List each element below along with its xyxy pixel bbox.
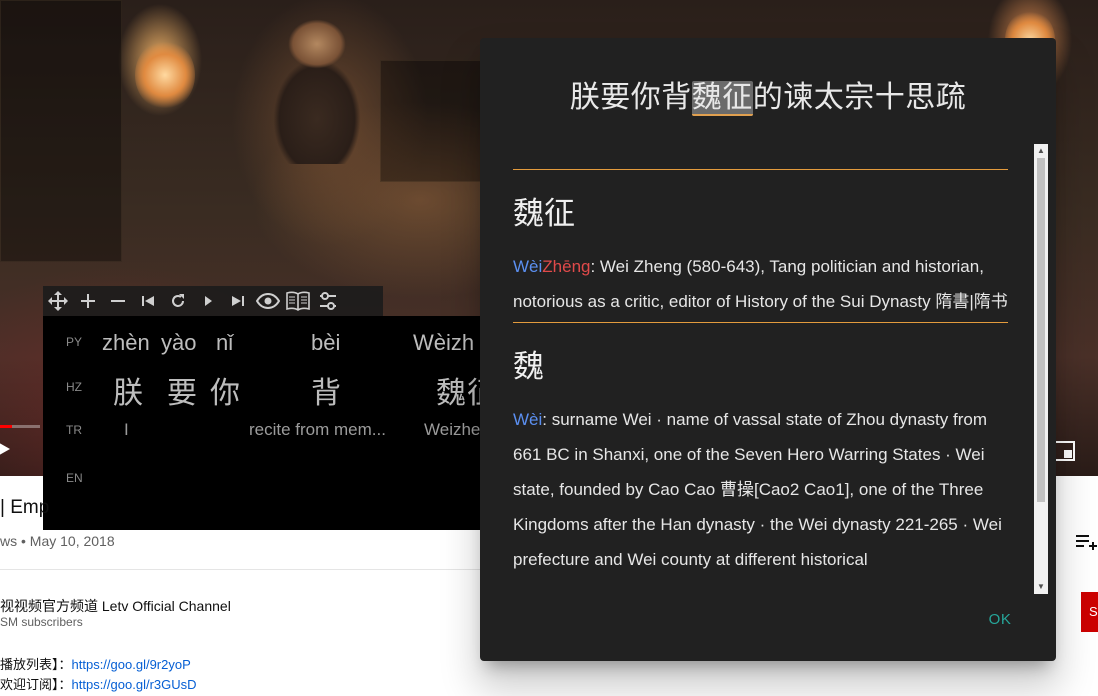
lamp xyxy=(135,40,195,110)
description-link[interactable]: https://goo.gl/9r2yoP xyxy=(72,657,191,672)
sentence-header: 朕要你背魏征的谏太宗十思疏 xyxy=(480,72,1056,116)
scroll-up-arrow-icon[interactable]: ▲ xyxy=(1034,144,1048,158)
sentence-text[interactable]: 朕要你背 xyxy=(570,81,692,114)
channel-name[interactable]: 视视频官方频道 Letv Official Channel xyxy=(0,596,231,616)
entry-definition-text: : surname Wei · name of vassal state of … xyxy=(513,410,1002,569)
video-title: | Emp xyxy=(0,497,50,518)
miniplayer-icon[interactable] xyxy=(1053,441,1075,461)
translation-word[interactable]: recite from mem... xyxy=(249,420,386,440)
subscriber-count: SM subscribers xyxy=(0,615,83,629)
ok-button[interactable]: OK xyxy=(978,607,1022,633)
description-link[interactable]: https://goo.gl/r3GUsD xyxy=(72,677,197,692)
entry-pinyin: Zhēng xyxy=(542,257,591,276)
hanzi-word[interactable]: 朕 xyxy=(113,368,144,412)
pinyin-word[interactable]: nǐ xyxy=(216,330,233,356)
description-label: 播放列表】： xyxy=(0,657,72,672)
progress-fill xyxy=(0,425,12,428)
skip-next-icon[interactable] xyxy=(223,286,253,316)
scroll-down-arrow-icon[interactable]: ▼ xyxy=(1034,580,1048,594)
hanzi-word[interactable]: 要 xyxy=(167,368,198,412)
bookshelf xyxy=(0,0,122,262)
book-icon[interactable] xyxy=(283,286,313,316)
replay-icon[interactable] xyxy=(163,286,193,316)
entry-separator xyxy=(513,169,1008,170)
pinyin-word[interactable]: yào xyxy=(161,330,196,356)
skip-previous-icon[interactable] xyxy=(133,286,163,316)
play-next-icon[interactable] xyxy=(193,286,223,316)
row-label-hz: HZ xyxy=(66,380,82,394)
entry-definition: Wèi: surname Wei · name of vassal state … xyxy=(513,402,1008,577)
entry-word: 魏 xyxy=(513,349,544,385)
pinyin-word[interactable]: bèi xyxy=(311,330,340,356)
description-label: 欢迎订阅】： xyxy=(0,677,72,692)
entry-word: 魏征 xyxy=(513,196,575,232)
scrollbar-thumb[interactable] xyxy=(1037,158,1045,502)
pinyin-word[interactable]: zhèn xyxy=(102,330,150,356)
move-icon[interactable] xyxy=(43,286,73,316)
save-to-playlist-icon[interactable] xyxy=(1075,533,1098,556)
entry-separator xyxy=(513,322,1008,323)
play-icon[interactable] xyxy=(0,440,10,458)
hanzi-word[interactable]: 魏征 xyxy=(436,368,483,412)
progress-bar[interactable] xyxy=(0,425,40,428)
row-label-tr: TR xyxy=(66,423,82,437)
highlighted-word[interactable]: 魏征 xyxy=(691,81,753,116)
dictionary-dialog: 朕要你背魏征的谏太宗十思疏 魏征 WèiZhēng: Wei Zheng (58… xyxy=(480,38,1056,661)
description-line: 播放列表】：https://goo.gl/9r2yoP xyxy=(0,654,191,673)
entry-definition: WèiZhēng: Wei Zheng (580-643), Tang poli… xyxy=(513,249,1008,319)
row-label-en: EN xyxy=(66,471,83,485)
entry-pinyin: Wèi xyxy=(513,410,543,429)
plus-icon[interactable] xyxy=(73,286,103,316)
sentence-text[interactable]: 的谏太宗十思疏 xyxy=(753,81,967,114)
entry-pinyin: Wèi xyxy=(513,257,543,276)
row-label-py: PY xyxy=(66,335,83,349)
minus-icon[interactable] xyxy=(103,286,133,316)
definition-scroll-area[interactable]: 魏征 WèiZhēng: Wei Zheng (580-643), Tang p… xyxy=(513,144,1048,594)
subscribe-label: S xyxy=(1089,604,1098,619)
subscribe-button[interactable]: S xyxy=(1081,592,1098,632)
pinyin-word[interactable]: Wèizh xyxy=(413,330,474,356)
settings-sliders-icon[interactable] xyxy=(313,286,343,316)
video-meta: ws • May 10, 2018 xyxy=(0,533,115,549)
description-line: 欢迎订阅】：https://goo.gl/r3GUsD xyxy=(0,674,197,693)
subtitle-toolbar xyxy=(43,286,383,316)
entries-list: 魏征 WèiZhēng: Wei Zheng (580-643), Tang p… xyxy=(513,169,1008,577)
scrollbar[interactable]: ▲ ▼ xyxy=(1034,144,1048,594)
subtitle-panel: PY HZ TR EN zhèn yào nǐ bèi Wèizh 朕 要 你 … xyxy=(43,316,483,530)
hanzi-word[interactable]: 背 xyxy=(311,368,342,412)
eye-icon[interactable] xyxy=(253,286,283,316)
video-figure xyxy=(262,14,372,164)
hanzi-word[interactable]: 你 xyxy=(210,368,241,412)
divider xyxy=(0,569,480,570)
bookshelf xyxy=(380,60,492,182)
translation-word[interactable]: I xyxy=(124,420,129,440)
translation-word[interactable]: Weizhe xyxy=(424,420,480,440)
